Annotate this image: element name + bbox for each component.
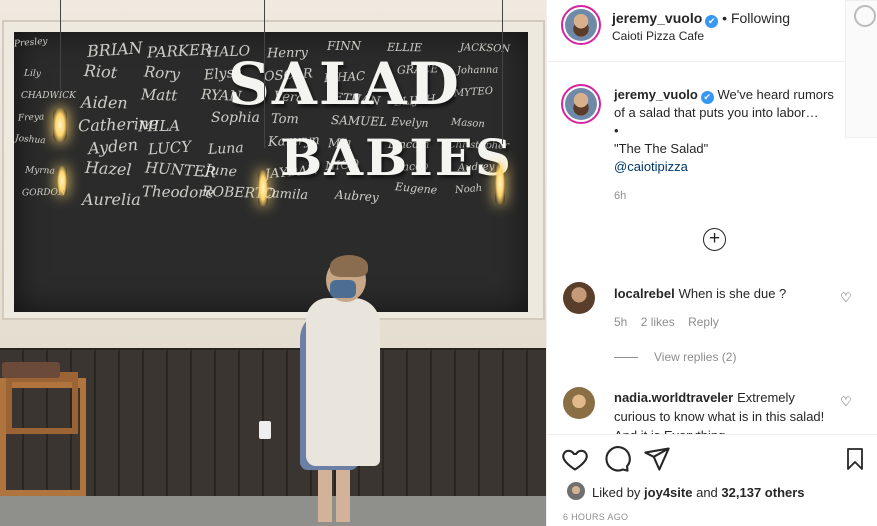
chalk-name: Hazel [84,157,132,180]
person-leg-right [336,462,350,522]
comment-username[interactable]: localrebel [614,286,675,301]
chalk-name: MILA [137,116,181,136]
bulb-right [495,162,505,204]
comment-row: nadia.worldtraveler Extremely curious to… [614,388,836,434]
liked-by-count[interactable]: 32,137 others [721,485,804,500]
chalk-name: Matt [140,85,178,105]
wall-outlet [259,421,271,439]
author-avatar[interactable] [561,5,601,45]
comment-text: When is she due ? [678,286,787,301]
person-cardigan [306,298,380,466]
edge-avatar-icon [854,5,876,27]
chalk-name: Ayden [87,134,139,159]
sign-word-babies: BABIES [280,128,513,187]
sign-word-salad: SALAD [228,50,461,118]
stool-items [2,362,60,378]
post-side-panel: jeremy_vuolo ✔ • Following Caioti Pizza C… [546,0,877,526]
comment-username[interactable]: nadia.worldtraveler [614,390,733,405]
caption-username[interactable]: jeremy_vuolo [614,87,698,102]
chalk-name: Aubrey [334,187,380,205]
comment-meta: 5h 2 likes Reply [614,315,729,329]
comment-time[interactable]: 5h [614,315,627,329]
chalk-name: Riot [83,60,118,83]
liked-by-prefix: Liked by [592,485,641,500]
post-actions: Liked by joy4site and 32,137 others 6 HO… [547,434,877,526]
view-replies-button[interactable]: View replies (2) [614,350,736,364]
comment-avatar[interactable] [563,282,595,314]
chalk-name: Rory [143,62,181,84]
chalk-name: BRIAN [86,38,144,61]
author-username[interactable]: jeremy_vuolo [612,10,702,26]
chalk-name: June [204,161,238,181]
chalk-name: Aiden [80,92,128,113]
pendant-wire-center [264,0,265,148]
chalk-name: Myrna [24,165,55,177]
header-separator: • [722,10,728,26]
person-leg-left [318,462,332,522]
chalk-name: Lily [23,68,42,80]
liker-avatar[interactable] [567,482,585,500]
post-time-ago[interactable]: 6 HOURS AGO [563,512,628,522]
person-mask [330,280,356,298]
chalk-name: Joshua [14,133,46,147]
load-more-comments-icon[interactable]: + [703,228,726,251]
replies-divider [614,357,638,359]
pendant-wire-left [60,0,61,92]
caption-quote: "The The Salad" [614,141,709,156]
verified-badge-icon: ✔ [705,15,719,28]
following-button[interactable]: Following [731,10,790,26]
avatar-image [565,9,597,41]
chalk-name: Presley [14,36,48,50]
caption-bullet: • [614,123,619,138]
chalk-name: PARKER [146,40,212,62]
comment-like-heart-icon[interactable]: ♡ [839,395,853,409]
bulb-left-lower [57,166,67,196]
bulb-left [53,108,67,142]
pendant-wire-right [502,0,503,144]
comment-avatar[interactable] [563,387,595,419]
chalk-name: LUCY [147,137,192,159]
location-link[interactable]: Caioti Pizza Cafe [612,29,704,43]
chalk-name: Johanna [456,64,499,77]
chalk-name: Aurelia [82,190,141,209]
stool-back [6,372,78,434]
bulb-center [258,170,268,206]
post-photo[interactable]: Presley BRIAN PARKER HALO Henry FINN ELLIE JACK… [0,0,546,526]
caption-timestamp[interactable]: 6h [614,190,626,202]
chalk-name: Freya [17,112,45,124]
comment-like-heart-icon[interactable]: ♡ [839,291,853,305]
share-paper-plane-icon[interactable] [643,445,671,473]
save-bookmark-icon[interactable] [843,445,867,473]
post-header: jeremy_vuolo ✔ • Following Caioti Pizza C… [547,0,877,62]
view-replies-label: View replies (2) [654,350,737,364]
liked-by-and: and [696,485,718,500]
comment-bubble-icon[interactable] [603,445,631,473]
person-hair [330,255,368,277]
likes-summary[interactable]: Liked by joy4site and 32,137 others [592,485,805,500]
comment-row: localrebel When is she due ? [614,284,844,303]
comments-area[interactable]: jeremy_vuolo ✔ We've heard rumors of a sa… [547,62,877,434]
avatar-image [565,88,597,120]
chalk-name: Luna [207,140,245,158]
floor [0,496,546,526]
header-name-row: jeremy_vuolo ✔ • Following [612,10,790,28]
caption-mention-link[interactable]: @caiotipizza [614,159,688,174]
caption-avatar[interactable] [561,84,601,124]
like-heart-icon[interactable] [561,445,589,473]
liked-by-user[interactable]: joy4site [644,485,692,500]
caption-text: jeremy_vuolo ✔ We've heard rumors of a sa… [614,86,846,176]
comment-reply-button[interactable]: Reply [688,315,719,329]
verified-badge-icon: ✔ [700,91,714,104]
chalk-name: Camila [261,185,309,204]
chalk-name: CHADWICK [21,91,76,101]
comment-likes[interactable]: 2 likes [641,315,675,329]
